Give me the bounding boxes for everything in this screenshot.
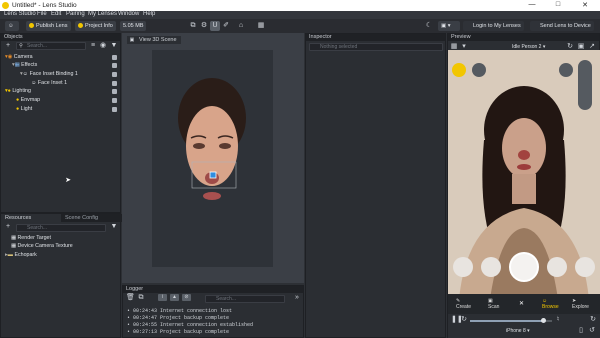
tree-item-envmap[interactable]: ● Envmap bbox=[16, 96, 40, 104]
tree-item-camera[interactable]: ▾◉ Camera bbox=[5, 53, 33, 61]
nav-create[interactable]: ✎ Create bbox=[456, 298, 471, 310]
objects-panel: Objects + Search... ⚲ ≡ ◉ ▼ ▾◉ Camera ▾▦… bbox=[0, 33, 121, 213]
toolbar: ☺ Publish Lens Project Info 5.05 MB ⧉ ⚙ … bbox=[0, 19, 600, 33]
warning-filter-icon[interactable]: ▲ bbox=[170, 294, 179, 301]
resource-item[interactable]: ▦ Device Camera Texture bbox=[11, 242, 73, 250]
logger-panel: Logger 🗑 ⧉ i ▲ ⊘ Search... » • 00:24:43 … bbox=[122, 285, 304, 338]
checkbox[interactable] bbox=[112, 107, 117, 112]
menu-file[interactable]: File bbox=[37, 11, 47, 17]
resource-item[interactable]: ▦ Render Target bbox=[11, 234, 51, 242]
log-line: • 00:27:13 Project backup complete bbox=[127, 329, 230, 335]
nav-browse[interactable]: ☺ Browse bbox=[542, 298, 559, 310]
frame-icon[interactable]: ▦ bbox=[256, 21, 266, 31]
error-filter-icon[interactable]: ⊘ bbox=[182, 294, 191, 301]
home-icon[interactable]: ⌂ bbox=[236, 21, 246, 31]
maximize-icon[interactable]: □ bbox=[545, 1, 571, 10]
preview-controls: ❚❚ ↻ ♮ ↻ iPhone 8 ▾ ▯ ↺ bbox=[448, 314, 600, 338]
tree-item-face-inset[interactable]: ☺ Face Inset 1 bbox=[31, 79, 67, 87]
timeline-progress bbox=[470, 320, 542, 322]
inspector-panel: Inspector Nothing selected bbox=[305, 33, 446, 338]
menu-lens-studio[interactable]: Lens Studio bbox=[4, 11, 36, 17]
list-icon[interactable]: ≡ bbox=[89, 41, 97, 51]
log-line: • 00:24:43 Internet connection lost bbox=[127, 308, 233, 314]
tab-scene-config[interactable]: Scene Config bbox=[61, 214, 122, 222]
device-pair-button[interactable]: ▣ ▾ bbox=[438, 21, 460, 31]
resource-folder[interactable]: ▸▬ Echopark bbox=[5, 251, 37, 259]
settings-icon[interactable]: ⚙ bbox=[199, 21, 209, 31]
close-icon[interactable]: ✕ bbox=[572, 1, 598, 10]
preview-person-image bbox=[448, 50, 600, 314]
device-select[interactable]: iPhone 8 ▾ bbox=[502, 327, 534, 335]
checkbox[interactable] bbox=[112, 81, 117, 86]
restart-icon[interactable]: ↻ bbox=[460, 315, 468, 325]
objects-search-input[interactable]: Search... bbox=[16, 42, 86, 50]
theme-toggle-icon[interactable]: ☾ bbox=[424, 21, 434, 31]
camera-icon: ▣ bbox=[129, 37, 135, 43]
checkbox[interactable] bbox=[112, 89, 117, 94]
nav-explore[interactable]: ➤ Explore bbox=[572, 298, 589, 310]
inspector-title: Inspector bbox=[306, 34, 445, 41]
inspector-selection: Nothing selected bbox=[309, 43, 443, 51]
tree-item-effects[interactable]: ▾▦ Effects bbox=[12, 61, 37, 69]
publish-icon bbox=[29, 23, 34, 28]
preview-phone-screen[interactable]: ✎ Create ▣ Scan ✕ ☺ Browse ➤ Explore bbox=[448, 50, 600, 314]
menu-help[interactable]: Help bbox=[143, 11, 155, 17]
add-icon[interactable]: + bbox=[4, 41, 12, 51]
scene-canvas[interactable] bbox=[152, 50, 273, 267]
pause-icon[interactable]: ❚❚ bbox=[451, 315, 463, 325]
checkbox[interactable] bbox=[112, 98, 117, 103]
minimize-icon[interactable]: — bbox=[519, 1, 545, 10]
close-lens-icon[interactable]: ✕ bbox=[519, 300, 524, 307]
filter-icon[interactable]: ▼ bbox=[110, 41, 118, 51]
title-bar: Untitled* - Lens Studio — □ ✕ bbox=[0, 0, 600, 11]
lens-studio-logo-icon bbox=[2, 2, 9, 9]
log-line: • 00:24:47 Project backup complete bbox=[127, 315, 230, 321]
mobile-icon[interactable]: ▯ bbox=[577, 326, 585, 336]
trash-icon[interactable]: 🗑 bbox=[126, 293, 135, 303]
project-size-badge: 5.05 MB bbox=[120, 21, 147, 31]
filter-icon[interactable]: ▼ bbox=[110, 222, 118, 232]
magnet-icon[interactable]: U bbox=[210, 21, 220, 31]
checkbox[interactable] bbox=[112, 72, 117, 77]
checkbox[interactable] bbox=[112, 55, 117, 60]
timeline-handle[interactable] bbox=[541, 318, 546, 323]
menu-my-lenses[interactable]: My Lenses bbox=[88, 11, 117, 17]
tree-item-face-inset-binding[interactable]: ▾☺ Face Inset Binding 1 bbox=[20, 70, 78, 78]
objects-title: Objects bbox=[1, 34, 120, 41]
menu-edit[interactable]: Edit bbox=[51, 11, 61, 17]
mouse-cursor-icon: ➤ bbox=[65, 177, 71, 184]
resources-panel: Resources Scene Config + Search... ▼ ▦ R… bbox=[0, 213, 122, 338]
visibility-icon[interactable]: ◉ bbox=[99, 41, 107, 51]
tab-resources[interactable]: Resources bbox=[1, 214, 61, 222]
info-filter-icon[interactable]: i bbox=[158, 294, 167, 301]
nav-scan[interactable]: ▣ Scan bbox=[488, 298, 499, 310]
log-line: • 00:24:55 Internet connection establish… bbox=[127, 322, 254, 328]
add-icon[interactable]: + bbox=[4, 222, 12, 232]
logger-search-input[interactable]: Search... bbox=[205, 295, 285, 303]
search-icon: ⚲ bbox=[19, 43, 23, 49]
snapchat-icon[interactable]: ☺ bbox=[5, 21, 19, 31]
collapse-icon[interactable]: » bbox=[293, 293, 301, 303]
refresh-preview-icon[interactable]: ↻ bbox=[589, 315, 597, 325]
tree-item-light[interactable]: ● Light bbox=[16, 105, 32, 113]
checkbox[interactable] bbox=[112, 63, 117, 68]
menu-pairing[interactable]: Pairing bbox=[66, 11, 85, 17]
volume-icon[interactable]: ♮ bbox=[554, 315, 562, 325]
copy-icon[interactable]: ⧉ bbox=[188, 21, 198, 31]
resources-search-input[interactable]: Search... bbox=[16, 224, 106, 232]
menu-window[interactable]: Window bbox=[118, 11, 139, 17]
tree-item-lighting[interactable]: ▾● Lighting bbox=[5, 87, 31, 95]
face-model bbox=[178, 78, 246, 200]
project-info-icon bbox=[78, 23, 83, 28]
copy-log-icon[interactable]: ⧉ bbox=[137, 293, 145, 303]
menu-bar: Lens Studio File Edit Pairing My Lenses … bbox=[0, 11, 600, 19]
rotate-icon[interactable]: ↺ bbox=[588, 326, 596, 336]
transform-icon[interactable]: ✐ bbox=[221, 21, 231, 31]
login-button[interactable]: Login to My Lenses bbox=[463, 21, 524, 31]
preview-title: Preview bbox=[448, 34, 599, 41]
window-title: Untitled* - Lens Studio bbox=[12, 2, 77, 9]
send-lens-button[interactable]: Send Lens to Device bbox=[530, 21, 594, 31]
logger-title: Logger bbox=[123, 286, 303, 293]
view-3d-scene-tab[interactable]: View 3D Scene bbox=[127, 36, 181, 44]
